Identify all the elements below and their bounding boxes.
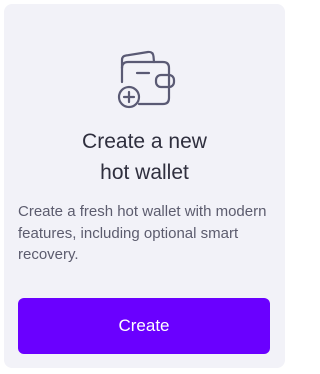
card-title-line-2: hot wallet <box>100 161 189 184</box>
card-description: Create a fresh hot wallet with modern fe… <box>18 203 267 263</box>
wallet-add-icon <box>113 48 179 112</box>
card-title-line-1: Create a new <box>82 130 207 153</box>
create-button[interactable]: Create <box>18 298 270 354</box>
card-title: Create a new hot wallet <box>4 126 285 188</box>
create-hot-wallet-card: Create a new hot wallet Create a fresh h… <box>4 4 285 368</box>
